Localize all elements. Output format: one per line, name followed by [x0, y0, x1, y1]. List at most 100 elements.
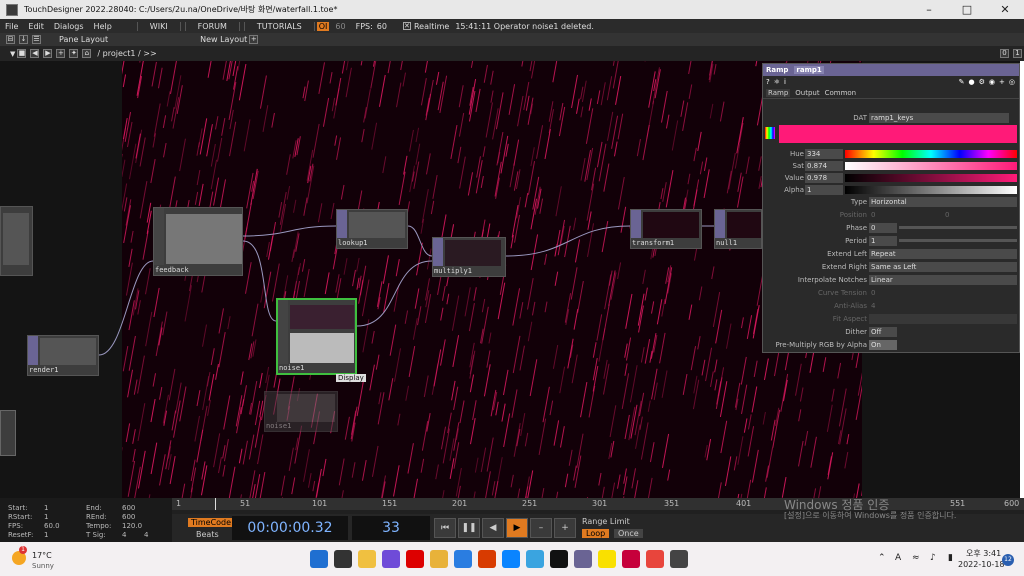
realtime-checkbox[interactable]: ✕ [402, 22, 411, 30]
hue-field[interactable]: 334 [805, 148, 843, 159]
start-value[interactable]: 1 [44, 504, 48, 512]
close-icon[interactable]: ✕ [986, 3, 1024, 16]
network-path[interactable]: / project1 / >> [97, 49, 156, 58]
photos-icon[interactable] [526, 550, 544, 568]
tray-chevron-icon[interactable]: ⌃ [878, 553, 886, 563]
new-layout-label[interactable]: New Layout [200, 35, 247, 44]
comment-icon[interactable]: ● [969, 78, 975, 86]
sat-slider[interactable] [845, 162, 1017, 170]
color-icon[interactable]: ◉ [989, 78, 995, 86]
plus-icon[interactable]: + [554, 518, 576, 538]
language-indicator[interactable]: A [895, 553, 901, 563]
indesign-icon[interactable] [622, 550, 640, 568]
mail-icon[interactable] [454, 550, 472, 568]
battery-icon[interactable]: ▮ [948, 553, 953, 563]
add-icon-param[interactable]: + [999, 78, 1005, 86]
timeline-ruler[interactable]: 1 51 101 151 201 251 301 351 401 551 600 [172, 498, 1024, 510]
dither-toggle[interactable]: Off [869, 326, 897, 337]
tsig-a[interactable]: 4 [122, 531, 126, 539]
type-dropdown[interactable]: Horizontal [869, 196, 1017, 207]
rstart-value[interactable]: 1 [44, 513, 48, 521]
dat-field[interactable]: ramp1_keys [869, 112, 1009, 123]
minimize-icon[interactable]: – [910, 3, 948, 16]
pencil-icon[interactable]: ✎ [959, 78, 965, 86]
volume-icon[interactable]: ♪ [930, 553, 936, 563]
hue-slider[interactable] [845, 150, 1017, 158]
pane-down-icon[interactable]: ↓ [19, 35, 28, 44]
tab-common[interactable]: Common [825, 89, 857, 97]
timecode-display[interactable]: 00:00:00.32 [232, 516, 348, 540]
menu-help[interactable]: Help [89, 22, 117, 31]
oi-badge[interactable]: OI [316, 21, 330, 31]
edge-icon[interactable] [502, 550, 520, 568]
tab-output[interactable]: Output [795, 89, 819, 97]
pane-layout-label[interactable]: Pane Layout [59, 35, 108, 44]
tempo-value[interactable]: 120.0 [122, 522, 142, 530]
tl-fps-value[interactable]: 60.0 [44, 522, 60, 530]
triangle-down-icon[interactable]: ▼ [10, 50, 15, 58]
pane-split-icon[interactable]: ⊟ [6, 35, 15, 44]
end-value[interactable]: 600 [122, 504, 135, 512]
sat-field[interactable]: 0.874 [805, 160, 843, 171]
period-field[interactable]: 1 [869, 235, 897, 246]
alpha-slider[interactable] [845, 186, 1017, 194]
notification-badge[interactable]: 12 [1002, 554, 1014, 566]
resetf-value[interactable]: 1 [44, 531, 48, 539]
info-icon[interactable]: i [784, 78, 786, 86]
python-icon[interactable]: ⚛ [774, 78, 780, 86]
parameter-window[interactable]: Ramp ramp1 ? ⚛ i ✎ ● ⚙ ◉ + ◎ Ramp Output… [762, 63, 1020, 353]
maximize-icon[interactable]: □ [948, 3, 986, 16]
menu-dialogs[interactable]: Dialogs [49, 22, 89, 31]
beats-toggle[interactable]: Beats [196, 530, 219, 539]
notion-icon[interactable] [550, 550, 568, 568]
gear-icon[interactable]: ⚙ [979, 78, 985, 86]
target-icon[interactable]: ◎ [1009, 78, 1015, 86]
tutorials-tab[interactable]: TUTORIALS [243, 21, 315, 31]
home-icon[interactable]: ⌂ [82, 49, 92, 58]
rend-value[interactable]: 600 [122, 513, 135, 521]
pane-menu-icon[interactable]: ☰ [32, 35, 41, 44]
tsig-b[interactable]: 4 [144, 531, 148, 539]
forward-icon[interactable]: ▶ [43, 49, 53, 58]
clock-date[interactable]: 2022-10-18 [958, 560, 1005, 569]
phase-slider[interactable] [899, 226, 1017, 229]
folder-icon[interactable] [430, 550, 448, 568]
chat-icon[interactable] [382, 550, 400, 568]
menu-file[interactable]: File [0, 22, 23, 31]
stop-icon[interactable]: ■ [17, 49, 27, 58]
add-layout-icon[interactable]: + [249, 35, 259, 44]
extend-right-dropdown[interactable]: Same as Left [869, 261, 1017, 272]
once-toggle[interactable]: Once [614, 529, 643, 538]
add-icon[interactable]: + [56, 49, 66, 58]
phase-field[interactable]: 0 [869, 222, 897, 233]
help-icon[interactable]: ? [766, 78, 770, 86]
menu-edit[interactable]: Edit [23, 22, 49, 31]
wifi-icon[interactable]: ≈ [912, 553, 920, 563]
windows-icon[interactable] [310, 550, 328, 568]
play-icon[interactable]: ▶ [506, 518, 528, 538]
alpha-field[interactable]: 1 [805, 184, 843, 195]
chrome-icon[interactable] [646, 550, 664, 568]
weather-desc[interactable]: Sunny [32, 562, 54, 570]
kakao-icon[interactable] [598, 550, 616, 568]
minus-icon[interactable]: – [530, 518, 552, 538]
touchdesigner-icon[interactable] [574, 550, 592, 568]
star-icon[interactable]: ✦ [69, 49, 79, 58]
tab-ramp[interactable]: Ramp [766, 89, 791, 97]
playhead[interactable] [215, 498, 216, 510]
pane-one-button[interactable]: 1 [1013, 49, 1022, 58]
loop-toggle[interactable]: Loop [582, 529, 610, 538]
premult-toggle[interactable]: On [869, 339, 897, 350]
search-icon[interactable] [334, 550, 352, 568]
clock-time[interactable]: 오후 3:41 [966, 548, 1001, 559]
weather-temp[interactable]: 17°C [32, 551, 52, 560]
netflix-icon[interactable] [406, 550, 424, 568]
param-op-name[interactable]: ramp1 [794, 66, 824, 74]
interp-dropdown[interactable]: Linear [869, 274, 1017, 285]
step-back-icon[interactable]: ◀ [482, 518, 504, 538]
rewind-icon[interactable]: ⏮ [434, 518, 456, 538]
color-picker-icon[interactable] [765, 127, 775, 139]
wiki-tab[interactable]: WIKI [136, 21, 181, 31]
app-icon[interactable] [670, 550, 688, 568]
extend-left-dropdown[interactable]: Repeat [869, 248, 1017, 259]
